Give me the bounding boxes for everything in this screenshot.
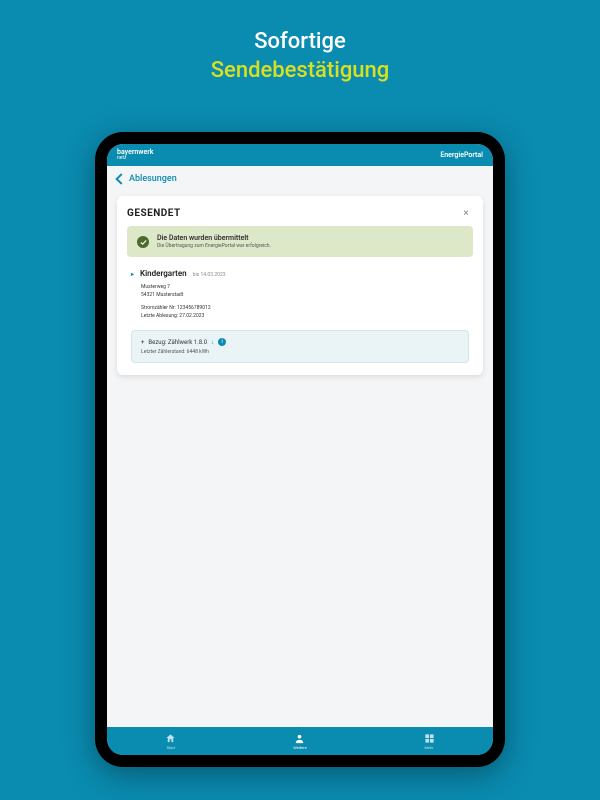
grid-icon bbox=[424, 733, 435, 744]
reading-label: Bezug: Zählwerk 1.8.0 bbox=[148, 339, 207, 346]
nav-item-start[interactable]: Start bbox=[165, 733, 176, 750]
reading-panel: + Bezug: Zählwerk 1.8.0 ↓ i Letzter Zähl… bbox=[131, 330, 469, 363]
last-reading-date: Letzte Ablesung: 27.02.2023 bbox=[141, 313, 469, 321]
promo-line1: Sofortige bbox=[0, 28, 600, 57]
app-bar: bayernwerk netz EnergiePortal bbox=[107, 144, 493, 166]
chevron-left-icon bbox=[115, 173, 126, 184]
home-icon bbox=[165, 733, 176, 744]
back-label: Ablesungen bbox=[129, 174, 177, 184]
chevron-right-icon: ▸ bbox=[131, 271, 134, 278]
location-row[interactable]: ▸ Kindergarten bis 14.03.2023 bbox=[131, 269, 469, 278]
reading-row2: Letzter Zählerstand: 6448 kWh bbox=[141, 349, 459, 355]
card-header: GESENDET × bbox=[127, 206, 473, 226]
street: Musterweg 7 bbox=[141, 284, 469, 292]
info-icon[interactable]: i bbox=[218, 338, 226, 346]
success-banner: Die Daten wurden übermittelt Die Übertra… bbox=[127, 226, 473, 257]
nav-label-start: Start bbox=[167, 745, 176, 750]
tablet-screen: bayernwerk netz EnergiePortal Ablesungen… bbox=[107, 144, 493, 755]
success-subtitle: Die Übertragung zum EnergiePortal war er… bbox=[157, 243, 271, 249]
nav-item-mehr[interactable]: Mehr bbox=[424, 733, 435, 750]
nav-item-weitere[interactable]: Weitere bbox=[293, 733, 306, 750]
close-icon[interactable]: × bbox=[459, 206, 473, 220]
brand-sub: netz bbox=[117, 156, 153, 161]
bottom-nav: Start Weitere Mehr bbox=[107, 727, 493, 755]
app-name: EnergiePortal bbox=[440, 151, 483, 159]
meter-info: Stromzähler Nr: 123456789012 Letzte Able… bbox=[141, 305, 469, 320]
nav-label-mehr: Mehr bbox=[424, 745, 433, 750]
card-title: GESENDET bbox=[127, 208, 181, 219]
location-name: Kindergarten bbox=[140, 269, 187, 278]
download-icon: ↓ bbox=[211, 339, 214, 346]
nav-label-weitere: Weitere bbox=[293, 745, 306, 750]
reading-row1: + Bezug: Zählwerk 1.8.0 ↓ i bbox=[141, 338, 459, 346]
user-icon bbox=[294, 733, 305, 744]
back-button[interactable]: Ablesungen bbox=[107, 166, 493, 188]
success-title: Die Daten wurden übermittelt bbox=[157, 234, 271, 242]
details-block: ▸ Kindergarten bis 14.03.2023 Musterweg … bbox=[127, 267, 473, 363]
address: Musterweg 7 54321 Musterstadt bbox=[141, 284, 469, 299]
reading-prefix: + bbox=[141, 339, 144, 346]
location-date: bis 14.03.2023 bbox=[193, 272, 226, 278]
meter-number: Stromzähler Nr: 123456789012 bbox=[141, 305, 469, 313]
check-circle-icon bbox=[137, 236, 149, 248]
promo-title: Sofortige Sendebestätigung bbox=[0, 0, 600, 85]
city: 54321 Musterstadt bbox=[141, 292, 469, 300]
tablet-frame: bayernwerk netz EnergiePortal Ablesungen… bbox=[95, 132, 505, 767]
promo-line2: Sendebestätigung bbox=[0, 57, 600, 86]
brand: bayernwerk netz bbox=[117, 149, 153, 161]
sent-card: GESENDET × Die Daten wurden übermittelt … bbox=[117, 196, 483, 375]
